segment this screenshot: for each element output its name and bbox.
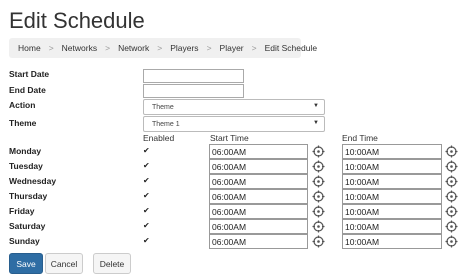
enabled-checkbox[interactable]: ✔	[143, 207, 151, 215]
enabled-checkbox[interactable]: ✔	[143, 237, 151, 245]
end-time-input[interactable]: 10:00AM	[342, 159, 442, 174]
end-date-label: End Date	[9, 85, 46, 95]
day-row-tuesday: Tuesday ✔ 06:00AM 10:00AM	[0, 159, 474, 174]
action-label: Action	[9, 100, 36, 110]
enabled-checkbox[interactable]: ✔	[143, 177, 151, 185]
breadcrumb-separator: >	[251, 43, 257, 53]
end-time-input[interactable]: 10:00AM	[342, 189, 442, 204]
end-time-picker-icon[interactable]	[445, 190, 458, 203]
breadcrumb-separator: >	[105, 43, 111, 53]
day-label: Saturday	[9, 221, 46, 231]
end-time-picker-icon[interactable]	[445, 235, 458, 248]
start-time-input[interactable]: 06:00AM	[209, 144, 308, 159]
column-header-end-time: End Time	[342, 133, 378, 143]
caret-down-icon: ▼	[313, 120, 319, 126]
breadcrumb-players[interactable]: Players	[170, 43, 198, 53]
start-time-picker-icon[interactable]	[312, 160, 325, 173]
end-time-picker-icon[interactable]	[445, 145, 458, 158]
day-label: Tuesday	[9, 161, 43, 171]
delete-button[interactable]: Delete	[93, 253, 131, 274]
start-time-picker-icon[interactable]	[312, 220, 325, 233]
day-label: Thursday	[9, 191, 48, 201]
page-title: Edit Schedule	[9, 8, 145, 33]
day-row-friday: Friday ✔ 06:00AM 10:00AM	[0, 204, 474, 219]
column-header-enabled: Enabled	[143, 133, 175, 143]
caret-down-icon: ▼	[313, 103, 319, 109]
action-select[interactable]: Theme ▼	[143, 99, 325, 115]
end-time-picker-icon[interactable]	[445, 160, 458, 173]
column-header-start-time: Start Time	[210, 133, 249, 143]
breadcrumb-edit-schedule: Edit Schedule	[264, 43, 318, 53]
cancel-button[interactable]: Cancel	[45, 253, 83, 274]
start-time-input[interactable]: 06:00AM	[209, 234, 308, 249]
end-time-input[interactable]: 10:00AM	[342, 174, 442, 189]
start-time-input[interactable]: 06:00AM	[209, 204, 308, 219]
enabled-checkbox[interactable]: ✔	[143, 222, 151, 230]
start-time-picker-icon[interactable]	[312, 175, 325, 188]
breadcrumb-separator: >	[157, 43, 163, 53]
day-row-sunday: Sunday ✔ 06:00AM 10:00AM	[0, 234, 474, 249]
start-time-input[interactable]: 06:00AM	[209, 174, 308, 189]
start-time-picker-icon[interactable]	[312, 205, 325, 218]
end-time-input[interactable]: 10:00AM	[342, 144, 442, 159]
end-date-input[interactable]	[143, 84, 244, 98]
theme-select[interactable]: Theme 1 ▼	[143, 116, 325, 132]
breadcrumb-home[interactable]: Home	[18, 43, 41, 53]
breadcrumb-network[interactable]: Network	[118, 43, 149, 53]
start-time-picker-icon[interactable]	[312, 235, 325, 248]
end-time-input[interactable]: 10:00AM	[342, 234, 442, 249]
theme-select-value: Theme 1	[152, 120, 180, 128]
end-time-input[interactable]: 10:00AM	[342, 219, 442, 234]
day-row-monday: Monday ✔ 06:00AM 10:00AM	[0, 144, 474, 159]
day-row-wednesday: Wednesday ✔ 06:00AM 10:00AM	[0, 174, 474, 189]
breadcrumb-separator: >	[206, 43, 212, 53]
start-time-input[interactable]: 06:00AM	[209, 219, 308, 234]
theme-label: Theme	[9, 118, 37, 128]
enabled-checkbox[interactable]: ✔	[143, 192, 151, 200]
start-time-picker-icon[interactable]	[312, 190, 325, 203]
end-time-picker-icon[interactable]	[445, 220, 458, 233]
start-date-input[interactable]	[143, 69, 244, 83]
breadcrumb-player[interactable]: Player	[220, 43, 244, 53]
end-time-picker-icon[interactable]	[445, 205, 458, 218]
breadcrumb: Home > Networks > Network > Players > Pl…	[9, 38, 317, 58]
end-time-input[interactable]: 10:00AM	[342, 204, 442, 219]
enabled-checkbox[interactable]: ✔	[143, 162, 151, 170]
day-label: Friday	[9, 206, 35, 216]
start-date-label: Start Date	[9, 69, 50, 79]
day-label: Wednesday	[9, 176, 57, 186]
enabled-checkbox[interactable]: ✔	[143, 147, 151, 155]
breadcrumb-separator: >	[48, 43, 54, 53]
start-time-input[interactable]: 06:00AM	[209, 189, 308, 204]
day-row-saturday: Saturday ✔ 06:00AM 10:00AM	[0, 219, 474, 234]
day-label: Sunday	[9, 236, 40, 246]
save-button[interactable]: Save	[9, 253, 43, 274]
action-select-value: Theme	[152, 103, 174, 111]
end-time-picker-icon[interactable]	[445, 175, 458, 188]
day-row-thursday: Thursday ✔ 06:00AM 10:00AM	[0, 189, 474, 204]
start-time-picker-icon[interactable]	[312, 145, 325, 158]
day-label: Monday	[9, 146, 42, 156]
start-time-input[interactable]: 06:00AM	[209, 159, 308, 174]
breadcrumb-networks[interactable]: Networks	[62, 43, 97, 53]
